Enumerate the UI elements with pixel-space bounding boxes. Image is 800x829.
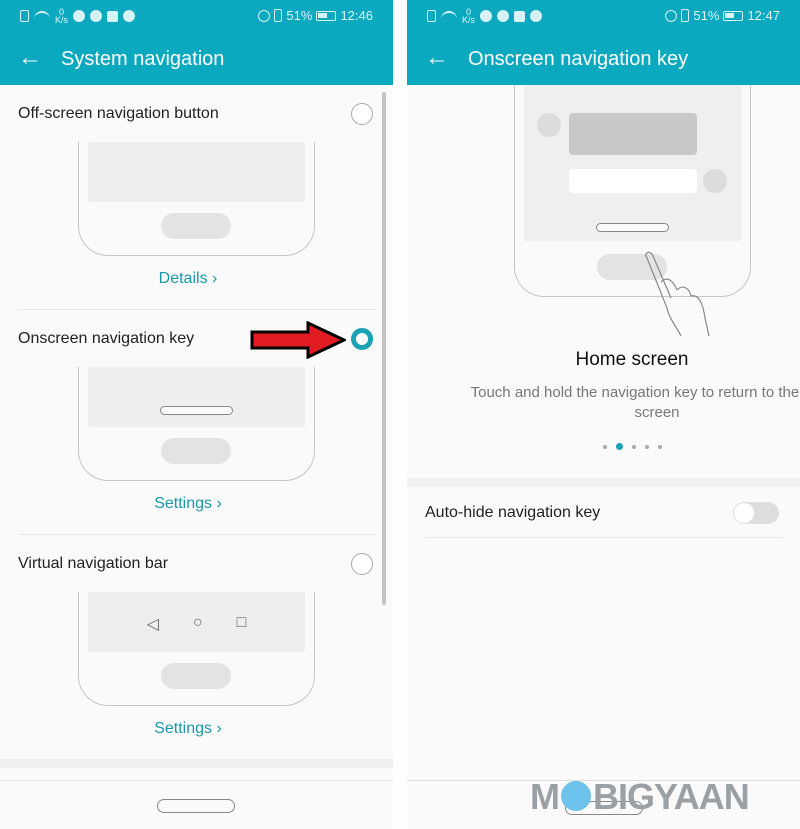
virtual-nav-buttons: ◁ ○ □ — [88, 614, 305, 634]
section-separator — [0, 759, 393, 768]
page-dot[interactable] — [602, 444, 607, 449]
toggle-knob — [734, 503, 754, 523]
phone-screen — [524, 85, 741, 241]
page-dot[interactable] — [631, 444, 636, 449]
alarm-icon — [665, 9, 678, 22]
radio-onscreen-navigation-key[interactable] — [351, 328, 373, 350]
clock: 12:47 — [747, 8, 780, 23]
onscreen-key-bar — [160, 406, 233, 415]
page-dot[interactable] — [644, 444, 649, 449]
back-arrow-icon[interactable]: ← — [18, 45, 42, 71]
telegram-icon — [73, 10, 86, 22]
app-bar: ← Onscreen navigation key — [407, 33, 800, 85]
phone-preview: ◁ ○ □ — [78, 592, 315, 706]
option-label: Off-screen navigation button — [18, 105, 219, 122]
divider — [18, 309, 376, 310]
home-circle-icon: ○ — [192, 614, 203, 631]
option-label: Virtual navigation bar — [18, 555, 169, 572]
section-separator — [407, 478, 800, 487]
settings-link[interactable]: Settings › — [0, 720, 376, 738]
phone-preview — [78, 142, 315, 256]
pointing-hand-icon — [645, 251, 710, 337]
telegram-icon — [480, 10, 493, 22]
radio-off-screen-navigation[interactable] — [351, 103, 373, 125]
vibrate-icon — [681, 9, 690, 22]
chevron-right-icon: › — [216, 495, 222, 512]
watermark-suffix: BIGYAAN — [593, 776, 750, 817]
phone-screen: ◁ ○ □ — [88, 592, 305, 652]
network-speed: 0 K/s — [462, 8, 476, 25]
placeholder-circle — [537, 113, 561, 137]
facebook-icon — [107, 10, 119, 22]
phone-screen — [88, 142, 305, 202]
navigation-key[interactable] — [157, 799, 235, 813]
settings-link[interactable]: Settings › — [0, 495, 376, 513]
onscreen-navigation-key-screen: 0 K/s 51% 12:47 ← Onscreen navigation key — [407, 0, 800, 829]
chrome-icon — [123, 10, 136, 22]
link-label: Settings — [154, 495, 213, 512]
clock: 12:46 — [340, 8, 373, 23]
physical-home-button — [161, 663, 231, 689]
netspeed-unit: K/s — [462, 15, 476, 25]
page-dot[interactable] — [657, 444, 662, 449]
details-link[interactable]: Details › — [0, 270, 376, 288]
placeholder-circle — [703, 169, 727, 193]
scrollbar[interactable] — [382, 92, 386, 605]
page-title: Onscreen navigation key — [468, 48, 689, 70]
battery-percent: 51% — [286, 8, 313, 23]
battery-percent: 51% — [693, 8, 720, 23]
watermark-logo: M BIGYAAN — [530, 776, 750, 818]
link-label: Settings — [154, 720, 213, 737]
radio-virtual-navigation-bar[interactable] — [351, 553, 373, 575]
divider — [425, 537, 783, 538]
link-label: Details — [158, 270, 208, 287]
recents-square-icon: □ — [236, 614, 247, 631]
tutorial-title: Home screen — [575, 349, 689, 370]
wifi-icon — [34, 11, 50, 21]
system-nav-area — [0, 780, 393, 829]
divider — [18, 534, 376, 535]
vibrate-icon — [274, 9, 283, 22]
back-arrow-icon[interactable]: ← — [425, 45, 449, 71]
alarm-icon — [258, 9, 271, 22]
status-bar: 0 K/s 51% 12:47 — [407, 0, 800, 33]
chevron-right-icon: › — [212, 270, 218, 287]
back-triangle-icon: ◁ — [146, 616, 159, 633]
notification-icon — [427, 10, 436, 22]
network-speed: 0 K/s — [55, 8, 69, 25]
watermark-phone-icon — [561, 781, 591, 811]
placeholder-block — [569, 113, 697, 155]
page-indicator — [407, 443, 800, 450]
status-bar: 0 K/s 51% 12:46 — [0, 0, 393, 33]
onscreen-key-bar — [596, 223, 669, 232]
option-label: Onscreen navigation key — [18, 330, 195, 347]
phone-preview — [78, 367, 315, 481]
netspeed-unit: K/s — [55, 15, 69, 25]
page-dot[interactable] — [615, 443, 623, 450]
phone-screen — [88, 367, 305, 427]
chevron-right-icon: › — [216, 720, 222, 737]
page-title: System navigation — [61, 48, 225, 70]
setting-label: Auto-hide navigation key — [425, 504, 601, 521]
wifi-icon — [441, 11, 457, 21]
physical-home-button — [161, 213, 231, 239]
auto-hide-toggle[interactable] — [733, 502, 779, 524]
whatsapp-icon — [497, 10, 510, 22]
chrome-icon — [530, 10, 543, 22]
physical-home-button — [161, 438, 231, 464]
tutorial-description: Touch and hold the navigation key to ret… — [470, 384, 800, 421]
battery-icon — [316, 10, 337, 21]
battery-icon — [723, 10, 744, 21]
system-navigation-screen: 0 K/s 51% 12:46 ← System navigation Off-s… — [0, 0, 393, 829]
placeholder-block — [569, 169, 697, 193]
facebook-icon — [514, 10, 526, 22]
notification-icon — [20, 10, 29, 22]
watermark-prefix: M — [530, 776, 560, 817]
whatsapp-icon — [90, 10, 103, 22]
app-bar: ← System navigation — [0, 33, 393, 85]
red-arrow-annotation-icon — [250, 321, 346, 359]
